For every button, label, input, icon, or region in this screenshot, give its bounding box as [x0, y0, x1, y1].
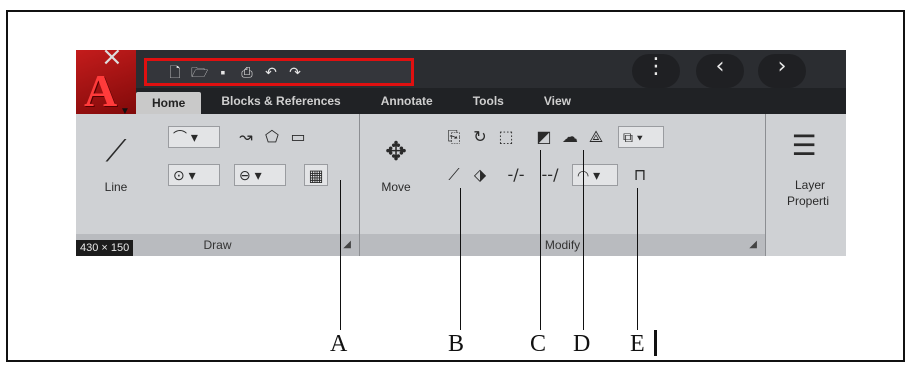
tab-tools[interactable]: Tools — [453, 94, 524, 108]
autocad-logo-icon: A — [84, 65, 118, 116]
rotate-icon[interactable]: ↻ — [468, 126, 492, 148]
ellipse-dropdown[interactable]: ⊖ ▾ — [234, 164, 286, 186]
line-tool-icon[interactable]: ⟋ — [94, 132, 138, 172]
panel-expand-icon[interactable]: ◢ — [343, 234, 351, 256]
layer-properties-icon[interactable]: ☰ — [784, 126, 824, 166]
save-icon[interactable]: ▪ — [215, 64, 231, 80]
line-tool-label: Line — [104, 180, 128, 194]
move-tool-icon[interactable]: ✥ — [376, 132, 416, 172]
callout-pointer-a — [340, 180, 341, 330]
modify-panel-title-text: Modify — [544, 238, 581, 252]
ribbon-body: ⟋ Line ⌒ ▾ ↝ ⬠ ▭ ⊙ ▾ ⊖ ▾ ▦ Draw ◢ ✥ Move… — [76, 114, 846, 256]
panel-expand-icon[interactable]: ◢ — [749, 234, 757, 256]
draw-panel-title-text: Draw — [203, 238, 232, 252]
back-arrow-icon[interactable]: ‹ — [696, 54, 744, 88]
autocad-ribbon-screenshot: × A ▼ 🗋 🗁 ▪ ⎙ ↶ ↷ ⋮ ‹ › Home Blocks & Re… — [76, 50, 846, 256]
extend-icon[interactable]: --/ — [534, 164, 566, 186]
tab-blocks-references[interactable]: Blocks & References — [201, 94, 360, 108]
trim-icon[interactable]: -/- — [500, 164, 532, 186]
quick-access-toolbar: 🗋 🗁 ▪ ⎙ ↶ ↷ — [144, 58, 414, 86]
fillet-icon[interactable]: ⟋ — [442, 164, 466, 186]
callout-label-a: A — [330, 331, 348, 357]
layers-dropdown[interactable]: ⧉ ▾ — [618, 126, 664, 148]
polyline-dropdown[interactable]: ⌒ ▾ — [168, 126, 220, 148]
callout-pointer-b — [460, 188, 461, 330]
layer-properties-label-1: Layer — [794, 178, 826, 192]
ribbon-tab-bar: Home Blocks & References Annotate Tools … — [136, 88, 846, 114]
text-cursor — [654, 330, 657, 356]
forward-arrow-icon[interactable]: › — [758, 54, 806, 88]
undo-icon[interactable]: ↶ — [263, 64, 279, 80]
more-options-icon[interactable]: ⋮ — [632, 54, 680, 88]
offset-dropdown[interactable]: ◠ ▾ — [572, 164, 618, 186]
print-icon[interactable]: ⎙ — [239, 64, 255, 80]
callout-label-c: C — [530, 331, 547, 357]
circle-dropdown[interactable]: ⊙ ▾ — [168, 164, 220, 186]
open-folder-icon[interactable]: 🗁 — [191, 64, 208, 80]
move-tool-label: Move — [381, 180, 411, 194]
tab-home[interactable]: Home — [136, 92, 202, 114]
callout-pointer-c — [540, 150, 541, 330]
callout-label-e: E — [630, 331, 645, 357]
polygon-icon[interactable]: ⬠ — [260, 126, 284, 148]
rectangle-icon[interactable]: ▭ — [286, 126, 310, 148]
explode-icon[interactable]: ⬗ — [468, 164, 492, 186]
redo-icon[interactable]: ↷ — [287, 64, 303, 80]
join-icon[interactable]: ⊓ — [628, 164, 652, 186]
callout-pointer-d — [583, 150, 584, 330]
tab-view[interactable]: View — [524, 94, 591, 108]
stretch-icon[interactable]: ◩ — [532, 126, 556, 148]
copy-icon[interactable]: ⎘ — [442, 126, 466, 148]
new-file-icon[interactable]: 🗋 — [167, 64, 183, 80]
mirror-icon[interactable]: ⟁ — [584, 126, 608, 148]
application-menu-button[interactable]: × A ▼ — [76, 50, 136, 122]
scale-icon[interactable]: ⬚ — [494, 126, 518, 148]
callout-pointer-e — [637, 188, 638, 330]
tab-annotate[interactable]: Annotate — [361, 94, 453, 108]
draw-panel: ⟋ Line ⌒ ▾ ↝ ⬠ ▭ ⊙ ▾ ⊖ ▾ ▦ Draw ◢ — [76, 114, 360, 256]
array-icon[interactable]: ☁ — [558, 126, 582, 148]
callout-label-b: B — [448, 331, 465, 357]
size-badge: 430 × 150 — [76, 240, 134, 256]
layers-panel: ☰ Layer Properti — [766, 114, 846, 256]
spline-icon[interactable]: ↝ — [234, 126, 258, 148]
layer-properties-label-2: Properti — [786, 194, 830, 208]
modify-panel: ✥ Move ⎘ ↻ ⬚ ◩ ☁ ⟁ ⧉ ▾ ⟋ ⬗ -/- --/ ◠ ▾ ⊓… — [360, 114, 766, 256]
hatch-icon[interactable]: ▦ — [304, 164, 328, 186]
callout-label-d: D — [573, 331, 591, 357]
modify-panel-title[interactable]: Modify ◢ — [360, 234, 765, 256]
